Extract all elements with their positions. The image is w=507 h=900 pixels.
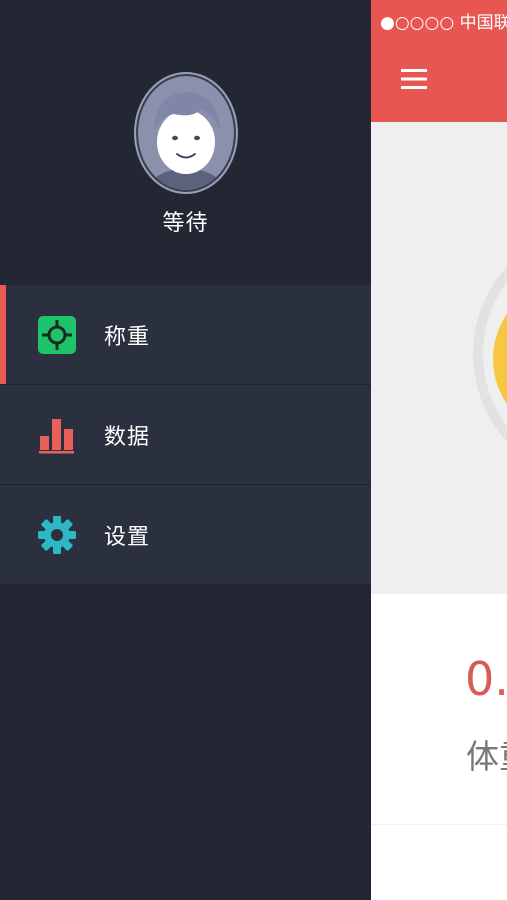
avatar[interactable] — [134, 72, 238, 194]
menu-label-weigh: 称重 — [104, 325, 151, 350]
scale-target-icon — [38, 316, 76, 354]
weight-label: 体重 — [466, 737, 507, 776]
profile-header: 等待 — [0, 0, 371, 284]
app-toolbar — [371, 40, 507, 122]
main-content: ●○○○○ 中国联通 0.0 体重 — [371, 0, 507, 900]
username: 等待 — [162, 211, 209, 236]
menu-item-data[interactable]: 数据 — [0, 385, 371, 485]
gear-icon — [38, 516, 76, 554]
menu-icon[interactable] — [401, 68, 427, 90]
menu-label-settings: 设置 — [104, 525, 151, 550]
carrier-signal: ●○○○○ 中国联通 — [380, 13, 507, 33]
weight-gauge-area — [371, 122, 507, 594]
navigation-drawer: 等待 称重 数据 设置 — [0, 0, 371, 900]
bar-chart-icon — [39, 419, 74, 454]
divider — [371, 824, 507, 825]
menu-item-settings[interactable]: 设置 — [0, 485, 371, 585]
status-bar: ●○○○○ 中国联通 — [371, 0, 507, 40]
menu-label-data: 数据 — [104, 425, 151, 450]
weight-value: 0.0 — [465, 652, 507, 706]
drawer-menu: 称重 数据 设置 — [0, 285, 371, 585]
menu-item-weigh[interactable]: 称重 — [0, 285, 371, 385]
